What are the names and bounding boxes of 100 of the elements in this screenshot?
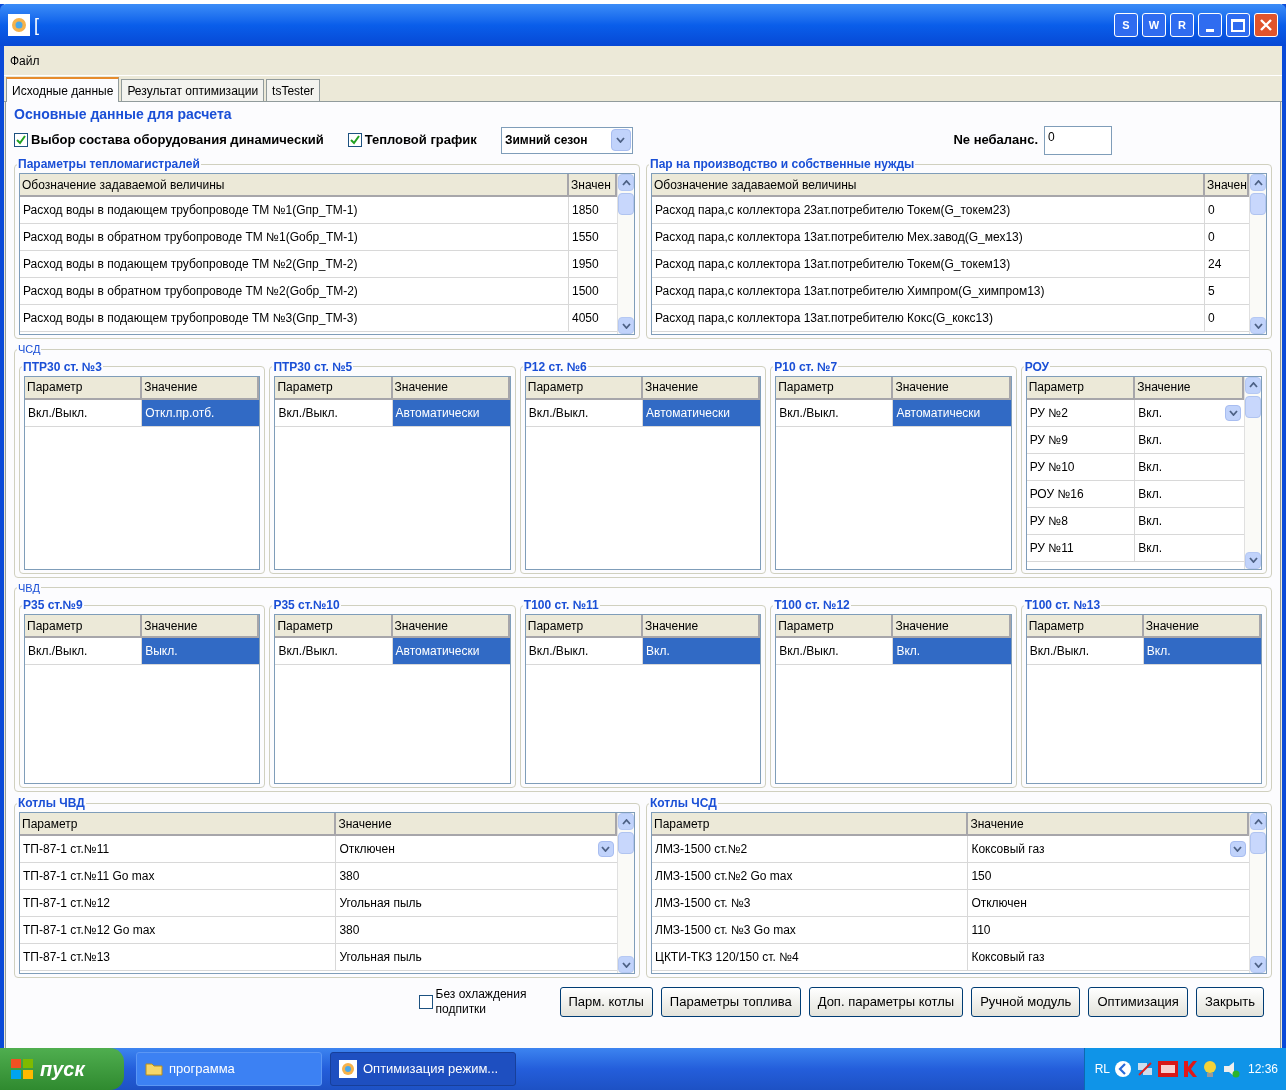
column-header[interactable]: Параметр bbox=[525, 376, 643, 398]
column-header[interactable]: Значение bbox=[643, 615, 761, 636]
close-button[interactable] bbox=[1254, 13, 1278, 37]
table-cell[interactable]: 5 bbox=[1205, 278, 1249, 304]
table-cell[interactable]: Выкл. bbox=[142, 638, 260, 664]
column-header[interactable]: Параметр bbox=[776, 376, 894, 398]
table-cell[interactable]: Автоматически bbox=[643, 399, 761, 426]
table-cell[interactable]: 4050 bbox=[569, 305, 617, 331]
scrollbar[interactable] bbox=[1244, 376, 1262, 569]
column-header[interactable]: Параметр bbox=[525, 615, 643, 636]
table-cell[interactable]: 150 bbox=[968, 863, 1249, 889]
scroll-thumb[interactable] bbox=[1250, 832, 1266, 854]
scroll-down-button[interactable] bbox=[618, 317, 634, 334]
column-header[interactable]: Значение bbox=[392, 376, 510, 398]
column-header[interactable]: Значение bbox=[142, 376, 260, 398]
scroll-thumb[interactable] bbox=[618, 832, 634, 854]
table-cell[interactable]: Откл.пр.отб. bbox=[142, 399, 260, 426]
table-cell[interactable]: Коксовый газ bbox=[968, 836, 1249, 862]
scrollbar[interactable] bbox=[617, 813, 634, 973]
column-header[interactable]: Обозначение задаваемой величины bbox=[652, 174, 1205, 195]
column-header[interactable]: Параметр bbox=[776, 615, 894, 636]
column-header[interactable]: Параметр bbox=[275, 376, 393, 398]
column-header[interactable]: Обозначение задаваемой величины bbox=[20, 174, 569, 195]
scroll-thumb[interactable] bbox=[1250, 193, 1266, 215]
column-header[interactable]: Параметр bbox=[1026, 615, 1144, 636]
dialog-button[interactable]: Оптимизация bbox=[1088, 987, 1188, 1017]
scroll-thumb[interactable] bbox=[1245, 395, 1262, 418]
column-header[interactable]: Параметр bbox=[1026, 376, 1136, 398]
table-cell[interactable]: 24 bbox=[1205, 251, 1249, 277]
column-header[interactable]: Значение bbox=[142, 615, 260, 636]
table-cell[interactable]: Автоматически bbox=[893, 399, 1011, 426]
table-cell[interactable]: Вкл. bbox=[1135, 426, 1245, 453]
table-cell[interactable]: Вкл. bbox=[1143, 638, 1262, 664]
chevron-left-icon[interactable] bbox=[1113, 1060, 1132, 1078]
table-cell[interactable]: Вкл. bbox=[1135, 534, 1245, 561]
title-bar-button[interactable]: W bbox=[1142, 13, 1166, 37]
title-bar-button[interactable]: S bbox=[1114, 13, 1138, 37]
table-cell[interactable]: Отключен bbox=[968, 890, 1249, 916]
table-cell[interactable]: 380 bbox=[336, 917, 617, 943]
scroll-up-button[interactable] bbox=[1250, 813, 1266, 830]
scrollbar[interactable] bbox=[1249, 174, 1266, 334]
scrollbar[interactable] bbox=[1249, 813, 1266, 973]
column-header[interactable]: Параметр bbox=[25, 615, 143, 636]
dropdown-button[interactable] bbox=[1230, 841, 1246, 857]
column-header[interactable]: Значение bbox=[392, 615, 510, 636]
scroll-down-button[interactable] bbox=[1250, 317, 1266, 334]
column-header[interactable]: Параметр bbox=[652, 813, 969, 834]
table-cell[interactable]: Вкл. bbox=[1135, 453, 1245, 480]
table-cell[interactable]: Автоматически bbox=[392, 399, 510, 426]
dialog-button[interactable]: Закрыть bbox=[1195, 987, 1264, 1017]
table-cell[interactable]: 1500 bbox=[569, 278, 617, 304]
scroll-up-button[interactable] bbox=[618, 813, 634, 830]
table-cell[interactable]: Вкл. bbox=[893, 638, 1011, 664]
tray-logo-icon[interactable] bbox=[1157, 1061, 1178, 1077]
dropdown-button[interactable] bbox=[598, 841, 614, 857]
table-cell[interactable]: 0 bbox=[1205, 224, 1249, 250]
table-cell[interactable]: Отключен bbox=[336, 836, 617, 862]
dialog-button[interactable]: Ручной модуль bbox=[971, 987, 1081, 1017]
scroll-down-button[interactable] bbox=[1245, 551, 1262, 569]
table-cell[interactable]: Коксовый газ bbox=[968, 944, 1249, 970]
table-cell[interactable]: 1950 bbox=[569, 251, 617, 277]
minimize-button[interactable] bbox=[1198, 13, 1222, 37]
scroll-up-button[interactable] bbox=[1250, 174, 1266, 191]
speaker-icon[interactable] bbox=[1221, 1060, 1240, 1078]
table-cell[interactable]: 0 bbox=[1205, 305, 1249, 331]
scroll-thumb[interactable] bbox=[618, 193, 634, 215]
column-header[interactable]: Значение bbox=[643, 376, 761, 398]
table-cell[interactable]: Вкл. bbox=[643, 638, 761, 664]
scroll-down-button[interactable] bbox=[618, 956, 634, 973]
table-cell[interactable]: Вкл. bbox=[1135, 507, 1245, 534]
scroll-up-button[interactable] bbox=[1245, 376, 1262, 394]
network-icon[interactable] bbox=[1135, 1060, 1154, 1078]
table-cell[interactable]: Угольная пыль bbox=[336, 944, 617, 970]
maximize-button[interactable] bbox=[1226, 13, 1250, 37]
table-cell[interactable]: Вкл. bbox=[1135, 399, 1245, 426]
scrollbar[interactable] bbox=[617, 174, 634, 334]
table-cell[interactable]: 1550 bbox=[569, 224, 617, 250]
table-cell[interactable]: 0 bbox=[1205, 197, 1249, 223]
table-cell[interactable]: Вкл. bbox=[1135, 480, 1245, 507]
tab[interactable]: Исходные данные bbox=[6, 77, 120, 102]
title-bar-button[interactable]: R bbox=[1170, 13, 1194, 37]
dialog-button[interactable]: Парм. котлы bbox=[559, 987, 653, 1017]
taskbar-item[interactable]: Оптимизация режим... bbox=[330, 1052, 516, 1086]
column-header[interactable]: Значение bbox=[1143, 615, 1262, 636]
column-header[interactable]: Параметр bbox=[275, 615, 393, 636]
table-cell[interactable]: Угольная пыль bbox=[336, 890, 617, 916]
tab[interactable]: Результат оптимизации bbox=[121, 79, 265, 101]
scroll-up-button[interactable] bbox=[618, 174, 634, 191]
dropdown-button[interactable] bbox=[1225, 404, 1242, 421]
start-button[interactable]: пуск bbox=[0, 1048, 124, 1090]
column-header[interactable]: Значение bbox=[893, 376, 1011, 398]
checkbox[interactable] bbox=[418, 995, 433, 1009]
imbalance-field[interactable]: 0 bbox=[1044, 125, 1112, 155]
table-cell[interactable]: 380 bbox=[336, 863, 617, 889]
table-cell[interactable]: Автоматически bbox=[392, 638, 510, 664]
table-cell[interactable]: 110 bbox=[968, 917, 1249, 943]
taskbar-item[interactable]: программа bbox=[136, 1052, 322, 1086]
checkbox[interactable] bbox=[14, 133, 28, 147]
season-dropdown[interactable]: Зимний сезон bbox=[500, 126, 633, 154]
menu-item[interactable]: Файл bbox=[8, 51, 42, 70]
